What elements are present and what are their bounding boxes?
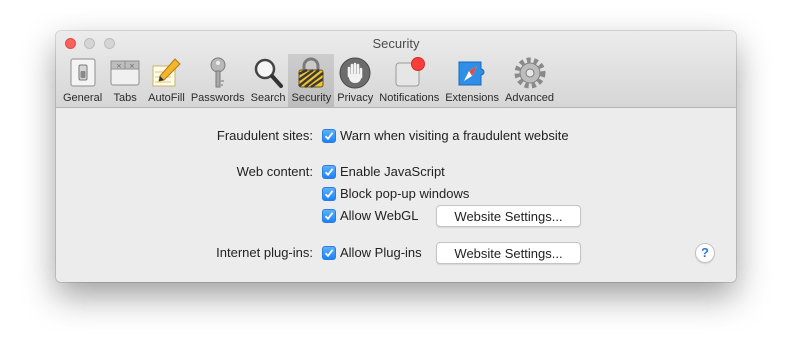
web-content-label: Web content: [236, 164, 313, 179]
magnifier-icon [254, 58, 284, 88]
tab-security[interactable]: Security [288, 54, 335, 107]
tab-extensions[interactable]: Extensions [442, 54, 502, 107]
checkmark-icon [324, 168, 334, 177]
allow-plugins-label: Allow Plug-ins [340, 245, 422, 260]
puzzle-compass-icon [458, 61, 485, 86]
pencil-icon [152, 58, 182, 87]
block-popups-label: Block pop-up windows [340, 186, 470, 201]
webgl-website-settings-button[interactable]: Website Settings... [436, 205, 581, 227]
checkmark-icon [324, 249, 334, 258]
hand-icon [339, 57, 371, 89]
block-popups-checkbox[interactable] [322, 187, 336, 201]
toolbar: Security General × × Tabs AutoFill Passw… [56, 31, 736, 108]
svg-text:×: × [116, 62, 122, 70]
checkmark-icon [324, 190, 334, 199]
gear-icon [514, 57, 545, 89]
preferences-window: Security General × × Tabs AutoFill Passw… [56, 31, 736, 282]
tab-general[interactable]: General [60, 54, 105, 107]
general-switch-icon [70, 58, 96, 87]
internet-plugins-label: Internet plug-ins: [216, 245, 313, 260]
padlock-icon [298, 57, 325, 89]
help-button[interactable]: ? [695, 243, 715, 263]
allow-plugins-checkbox[interactable] [322, 246, 336, 260]
svg-text:×: × [129, 62, 135, 70]
allow-webgl-label: Allow WebGL [340, 208, 419, 223]
preference-tabs: General × × Tabs AutoFill Passwords Sear… [60, 54, 557, 108]
enable-javascript-label: Enable JavaScript [340, 164, 445, 179]
tab-passwords[interactable]: Passwords [188, 54, 248, 107]
warn-fraudulent-checkbox[interactable] [322, 129, 336, 143]
fraudulent-sites-label: Fraudulent sites: [216, 128, 313, 143]
tab-advanced[interactable]: Advanced [502, 54, 557, 107]
notification-badge-icon [395, 57, 426, 87]
tab-tabs[interactable]: × × Tabs [105, 54, 145, 107]
key-icon [210, 57, 226, 88]
checkmark-icon [324, 132, 334, 141]
plugins-website-settings-button[interactable]: Website Settings... [436, 242, 581, 264]
enable-javascript-checkbox[interactable] [322, 165, 336, 179]
tab-notifications[interactable]: Notifications [376, 54, 442, 107]
tabs-icon: × × [110, 60, 140, 86]
tab-autofill[interactable]: AutoFill [145, 54, 188, 107]
tab-privacy[interactable]: Privacy [334, 54, 376, 107]
allow-webgl-checkbox[interactable] [322, 209, 336, 223]
window-title: Security [372, 36, 420, 51]
tab-search[interactable]: Search [248, 54, 289, 107]
warn-fraudulent-label: Warn when visiting a fraudulent website [340, 128, 569, 143]
security-pane: Fraudulent sites: Warn when visiting a f… [56, 108, 736, 282]
checkmark-icon [324, 212, 334, 221]
